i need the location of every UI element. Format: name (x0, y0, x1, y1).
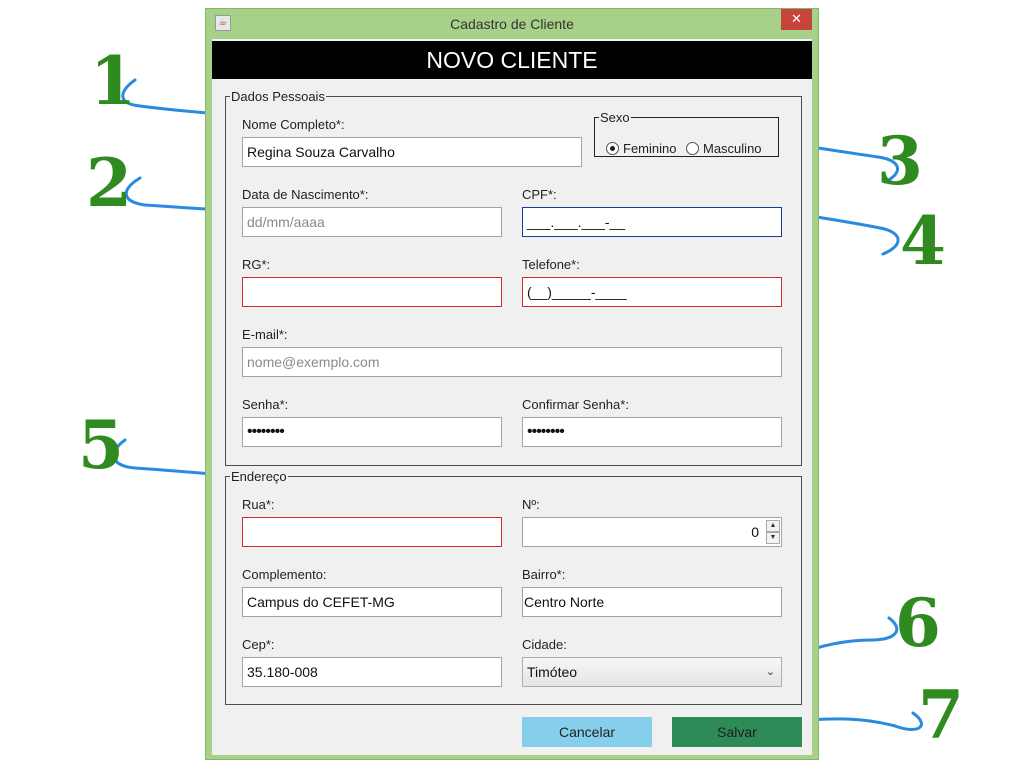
form-content: NOVO CLIENTE Dados Pessoais Nome Complet… (212, 39, 812, 755)
sexo-legend: Sexo (600, 110, 630, 125)
annotation-number-3: 3 (877, 122, 923, 200)
annotation-number-7: 7 (918, 676, 964, 754)
cidade-selected: Timóteo (527, 664, 578, 680)
cpf-input[interactable]: ___.___.___-__ (522, 207, 782, 237)
chevron-down-icon: ⌄ (765, 666, 775, 678)
cancel-button[interactable]: Cancelar (522, 717, 652, 747)
cidade-label: Cidade: (522, 637, 567, 652)
rua-label: Rua*: (242, 497, 275, 512)
annotation-number-2: 2 (86, 144, 132, 222)
close-button[interactable]: ✕ (781, 9, 812, 30)
data-nascimento-label: Data de Nascimento*: (242, 187, 369, 202)
spinner-up-icon[interactable]: ▲ (766, 520, 780, 532)
senha-label: Senha*: (242, 397, 289, 412)
cep-input[interactable]: 35.180-008 (242, 657, 502, 687)
telefone-input[interactable]: (__)_____-____ (522, 277, 782, 307)
confirmar-senha-label: Confirmar Senha*: (522, 397, 629, 412)
complemento-input[interactable]: Campus do CEFET-MG (242, 587, 502, 617)
rua-input[interactable] (242, 517, 502, 547)
sexo-options: Feminino Masculino (606, 141, 776, 158)
bairro-label: Bairro*: (522, 567, 566, 582)
cidade-select[interactable]: Timóteo ⌄ (522, 657, 782, 687)
data-nascimento-placeholder: dd/mm/aaaa (247, 214, 325, 230)
arrow-7 (800, 711, 923, 731)
cep-label: Cep*: (242, 637, 275, 652)
endereco-legend: Endereço (231, 469, 287, 484)
email-input[interactable]: nome@exemplo.com (242, 347, 782, 377)
numero-label: Nº: (522, 497, 540, 512)
telefone-label: Telefone*: (522, 257, 580, 272)
rg-input[interactable] (242, 277, 502, 307)
annotation-number-1: 1 (90, 42, 136, 120)
spinner-down-icon[interactable]: ▼ (766, 532, 780, 544)
dados-pessoais-legend: Dados Pessoais (231, 89, 325, 104)
senha-input[interactable]: •••••••• (242, 417, 502, 447)
radio-masculino-dot[interactable] (686, 142, 699, 155)
complemento-label: Complemento: (242, 567, 327, 582)
data-nascimento-input[interactable]: dd/mm/aaaa (242, 207, 502, 237)
radio-masculino-label[interactable]: Masculino (703, 141, 762, 156)
page-title: NOVO CLIENTE (212, 41, 812, 79)
title-bar[interactable]: ☕ Cadastro de Cliente ✕ (206, 9, 818, 39)
window-title: Cadastro de Cliente (450, 16, 574, 32)
save-button[interactable]: Salvar (672, 717, 802, 747)
confirmar-senha-input[interactable]: •••••••• (522, 417, 782, 447)
bairro-input[interactable]: Centro Norte (522, 587, 782, 617)
arrow-5 (112, 438, 222, 482)
email-placeholder: nome@exemplo.com (247, 354, 380, 370)
radio-feminino-dot[interactable] (606, 142, 619, 155)
rg-label: RG*: (242, 257, 271, 272)
email-label: E-mail*: (242, 327, 288, 342)
nome-input[interactable]: Regina Souza Carvalho (242, 137, 582, 167)
radio-feminino-label[interactable]: Feminino (623, 141, 676, 156)
annotation-number-6: 6 (895, 584, 941, 662)
numero-spinner[interactable]: 0 (522, 517, 782, 547)
annotation-number-5: 5 (78, 406, 124, 484)
cpf-label: CPF*: (522, 187, 557, 202)
cadastro-window: ☕ Cadastro de Cliente ✕ NOVO CLIENTE Dad… (205, 8, 819, 760)
nome-label: Nome Completo*: (242, 117, 345, 132)
annotation-number-4: 4 (900, 202, 946, 280)
